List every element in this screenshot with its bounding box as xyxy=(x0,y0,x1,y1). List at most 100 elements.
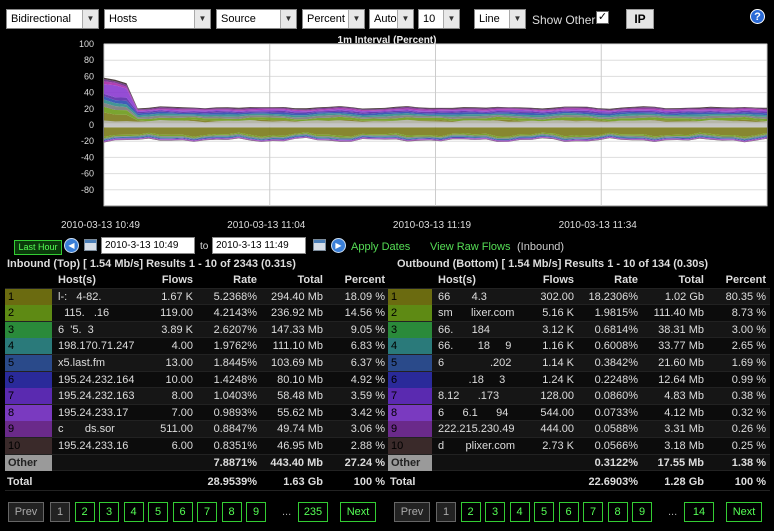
other-row[interactable]: Other 7.8871% 443.40 Mb 27.24 % xyxy=(5,454,388,472)
page-button[interactable]: 4 xyxy=(509,502,530,522)
page-button[interactable]: 1 xyxy=(436,502,456,522)
table-row[interactable]: 3 66. 184 3.12 K 0.6814% 38.31 Mb 3.00 % xyxy=(388,321,770,339)
type-select[interactable]: Hosts ▼ xyxy=(104,9,211,29)
host-link[interactable]: 195.24.232.163 xyxy=(58,388,134,404)
page-button[interactable]: 2 xyxy=(74,502,95,522)
page-button[interactable]: 5 xyxy=(534,502,554,522)
table-row[interactable]: 2 sm lixer.com 5.16 K 1.9815% 111.40 Mb 8.73 … xyxy=(388,305,770,322)
end-date-input[interactable]: 2010-3-13 11:49 xyxy=(212,237,306,254)
table-row[interactable]: 7 195.24.232.163 8.00 1.0403% 58.48 Mb 3.59 % xyxy=(5,388,388,405)
page-button[interactable]: 6 xyxy=(558,502,579,522)
host-link[interactable]: x5.last.fm xyxy=(58,355,134,371)
host-link[interactable]: 66. 184 xyxy=(438,322,522,338)
scale-select[interactable]: Auto ▼ xyxy=(369,9,414,29)
start-date-input[interactable]: 2010-3-13 10:49 xyxy=(101,237,195,254)
table-row[interactable]: 8 6 6.1 94 544.00 0.0733% 4.12 Mb 0.32 % xyxy=(388,404,770,422)
page-button[interactable]: 2 xyxy=(460,502,481,522)
row-color-swatch: 7 xyxy=(388,388,432,405)
rate-value: 0.6814% xyxy=(594,323,638,336)
host-link[interactable]: 6 6.1 94 xyxy=(438,405,522,421)
last-page-button[interactable]: 235 xyxy=(298,502,328,522)
source-select[interactable]: Source ▼ xyxy=(216,9,297,29)
next-interval-icon[interactable]: ▶ xyxy=(331,238,346,253)
flows-value: 119.00 xyxy=(160,307,193,320)
page-button[interactable]: 9 xyxy=(246,502,266,522)
table-row[interactable]: 3 6 '5. 3 3.89 K 2.6207% 147.33 Mb 9.05 % xyxy=(5,321,388,339)
host-link[interactable]: d plixer.com xyxy=(438,438,522,454)
total-value: 38.31 Mb xyxy=(658,323,704,336)
percent-value: 18.09 % xyxy=(344,290,385,303)
calendar-icon[interactable] xyxy=(84,239,97,251)
view-raw-flows-link[interactable]: View Raw Flows xyxy=(430,241,511,253)
calendar-icon[interactable] xyxy=(313,239,326,251)
host-link[interactable]: 66. 18 9 xyxy=(438,338,522,354)
host-link[interactable]: 6 '5. 3 xyxy=(58,322,134,338)
page-button[interactable]: 6 xyxy=(172,502,193,522)
host-link[interactable]: 8.12 .173 xyxy=(438,388,522,404)
help-icon[interactable]: ? xyxy=(750,9,765,24)
percent-value: 0.99 % xyxy=(731,373,766,386)
table-row[interactable]: 8 195.24.233.17 7.00 0.9893% 55.62 Mb 3.42 % xyxy=(5,404,388,422)
chart-style-select[interactable]: Line ▼ xyxy=(474,9,526,29)
row-color-swatch: 1 xyxy=(5,288,52,305)
other-row[interactable]: Other 0.3122% 17.55 Mb 1.38 % xyxy=(388,454,770,472)
host-link[interactable]: 195.24.233.16 xyxy=(58,438,134,454)
table-row[interactable]: 6 195.24.232.164 10.00 1.4248% 80.10 Mb 4.92 … xyxy=(5,371,388,389)
unit-select[interactable]: Percent ▼ xyxy=(302,9,365,29)
table-row[interactable]: 4 66. 18 9 1.16 K 0.6008% 33.77 Mb 2.65 % xyxy=(388,338,770,355)
host-link[interactable]: l-: 4-82. xyxy=(58,289,134,305)
page-button[interactable]: 9 xyxy=(632,502,652,522)
table-row[interactable]: 5 6 .202 1.14 K 0.3842% 21.60 Mb 1.69 % xyxy=(388,354,770,372)
direction-select[interactable]: Bidirectional ▼ xyxy=(6,9,99,29)
count-select[interactable]: 10 ▼ xyxy=(418,9,460,29)
flows-value: 1.24 K xyxy=(542,373,574,386)
page-button[interactable]: 5 xyxy=(148,502,168,522)
pager-ellipsis: ... xyxy=(668,506,678,518)
prev-page-button[interactable]: Prev xyxy=(8,502,44,522)
table-row[interactable]: 6 .18 3 1.24 K 0.2248% 12.64 Mb 0.99 % xyxy=(388,371,770,389)
table-row[interactable]: 9 c ds.sor 511.00 0.8847% 49.74 Mb 3.06 % xyxy=(5,421,388,438)
prev-page-button[interactable]: Prev xyxy=(394,502,430,522)
page-button[interactable]: 7 xyxy=(583,502,603,522)
host-link[interactable]: c ds.sor xyxy=(58,421,134,437)
page-button[interactable]: 8 xyxy=(221,502,242,522)
row-color-swatch: 8 xyxy=(5,404,52,421)
page-button[interactable]: 7 xyxy=(197,502,217,522)
prev-interval-icon[interactable]: ◀ xyxy=(64,238,79,253)
page-button[interactable]: 3 xyxy=(99,502,119,522)
host-link[interactable]: 195.24.232.164 xyxy=(58,372,134,388)
last-hour-button[interactable]: Last Hour xyxy=(14,240,62,255)
show-other-checkbox[interactable]: ✓ xyxy=(596,11,609,24)
total-label: Total xyxy=(390,476,416,489)
table-row[interactable]: 7 8.12 .173 128.00 0.0860% 4.83 Mb 0.38 % xyxy=(388,388,770,405)
host-link[interactable]: 222.215.230.49 xyxy=(438,421,522,437)
host-link[interactable]: 198.170.71.247 xyxy=(58,338,134,354)
host-link[interactable]: 195.24.233.17 xyxy=(58,405,134,421)
total-value: 236.92 Mb xyxy=(271,307,323,320)
page-button[interactable]: 3 xyxy=(485,502,505,522)
table-row[interactable]: 4 198.170.71.247 4.00 1.9762% 111.10 Mb 6.83 … xyxy=(5,338,388,355)
next-page-button[interactable]: Next xyxy=(726,502,762,522)
host-link[interactable]: 115. .16 xyxy=(58,305,134,321)
percent-value: 6.83 % xyxy=(350,340,385,353)
table-row[interactable]: 10 d plixer.com 2.73 K 0.0566% 3.18 Mb 0.25 % xyxy=(388,437,770,455)
host-link[interactable]: sm lixer.com xyxy=(438,305,522,321)
page-button[interactable]: 4 xyxy=(123,502,144,522)
table-row[interactable]: 5 x5.last.fm 13.00 1.8445% 103.69 Mb 6.37 % xyxy=(5,354,388,372)
table-row[interactable]: 1 66 4.3 302.00 18.2306% 1.02 Gb 80.35 % xyxy=(388,288,770,306)
table-row[interactable]: 2 115. .16 119.00 4.2143% 236.92 Mb 14.56 % xyxy=(5,305,388,322)
page-button[interactable]: 8 xyxy=(607,502,628,522)
rate-value: 1.4248% xyxy=(213,373,257,386)
table-row[interactable]: 9 222.215.230.49 444.00 0.0588% 3.31 Mb 0.26 … xyxy=(388,421,770,438)
table-row[interactable]: 1 l-: 4-82. 1.67 K 5.2368% 294.40 Mb 18.09 % xyxy=(5,288,388,306)
ip-button[interactable]: IP xyxy=(626,9,654,29)
host-link[interactable]: .18 3 xyxy=(438,372,522,388)
last-page-button[interactable]: 14 xyxy=(684,502,714,522)
apply-dates-link[interactable]: Apply Dates xyxy=(351,241,410,253)
table-row[interactable]: 10 195.24.233.16 6.00 0.8351% 46.95 Mb 2.88 % xyxy=(5,437,388,455)
host-link[interactable]: 66 4.3 xyxy=(438,289,522,305)
flows-value: 3.89 K xyxy=(161,323,193,336)
next-page-button[interactable]: Next xyxy=(340,502,376,522)
page-button[interactable]: 1 xyxy=(50,502,70,522)
host-link[interactable]: 6 .202 xyxy=(438,355,522,371)
